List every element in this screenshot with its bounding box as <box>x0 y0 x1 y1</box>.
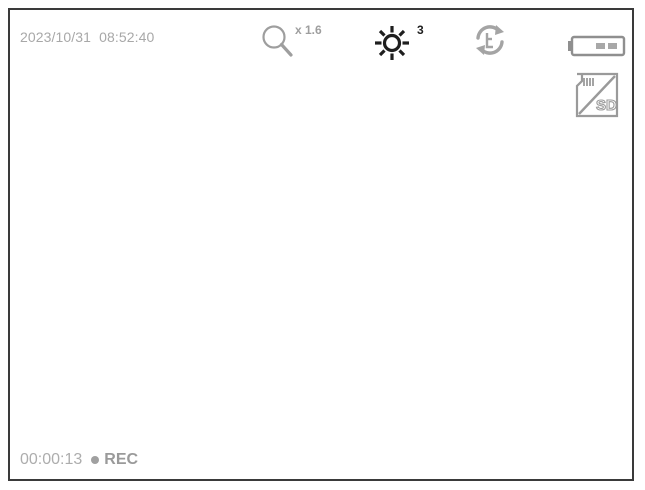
brightness-level-label: 3 <box>417 23 424 37</box>
battery-indicator <box>567 35 627 59</box>
battery-icon <box>568 35 626 57</box>
date-text: 2023/10/31 <box>20 29 92 45</box>
rotate-button[interactable] <box>472 22 512 62</box>
zoom-level-label: x 1.6 <box>295 23 322 37</box>
camera-viewfinder: 2023/10/31 08:52:40 x 1.6 3 SD 00:00:13 … <box>8 8 634 481</box>
recording-status: 00:00:13 REC <box>20 451 138 469</box>
rec-label: REC <box>104 451 139 468</box>
time-text: 08:52:40 <box>99 29 155 45</box>
recording-indicator: REC <box>91 451 138 469</box>
rotate-icon <box>476 25 504 55</box>
zoom-indicator[interactable]: x 1.6 <box>260 22 340 62</box>
datetime-readout: 2023/10/31 08:52:40 <box>20 29 154 45</box>
sd-card-label: SD <box>596 97 617 114</box>
sun-icon <box>375 26 409 60</box>
recording-elapsed-time: 00:00:13 <box>20 451 83 468</box>
brightness-indicator[interactable]: 3 <box>372 23 432 63</box>
sd-card-indicator: SD <box>573 72 621 118</box>
magnifier-icon <box>262 25 293 57</box>
record-dot-icon <box>91 456 100 464</box>
sd-card-icon: SD <box>575 72 619 118</box>
